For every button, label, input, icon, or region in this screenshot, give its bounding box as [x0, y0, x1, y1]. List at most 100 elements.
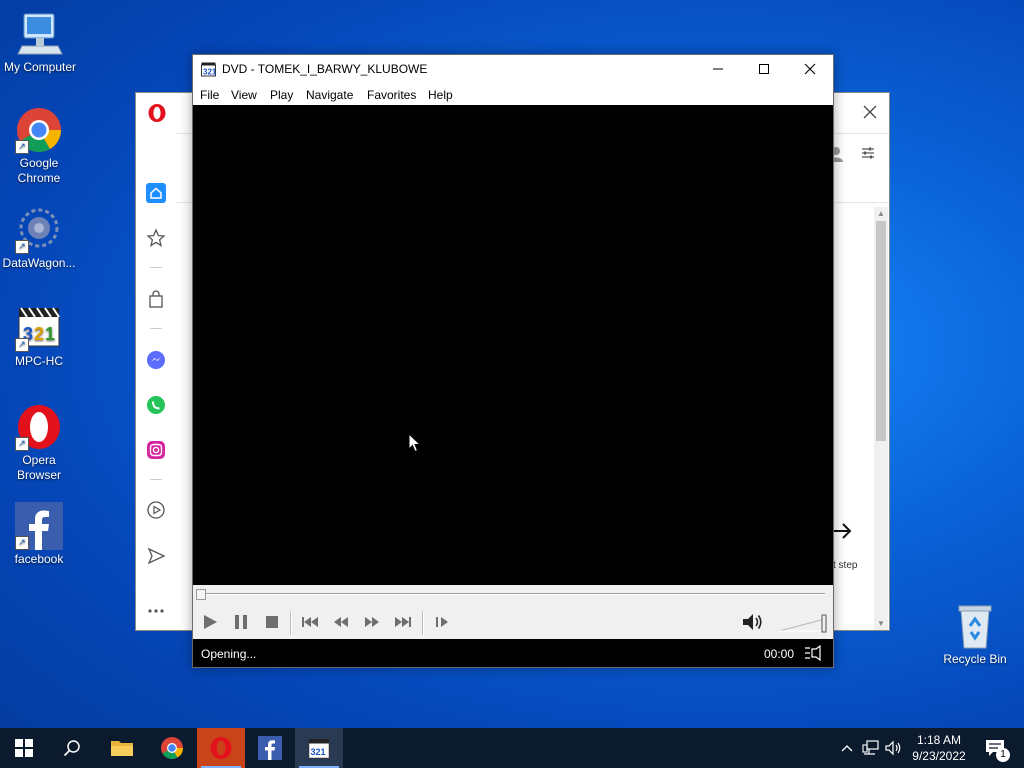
start-button[interactable]	[0, 728, 48, 768]
menu-favorites[interactable]: Favorites	[367, 88, 416, 102]
shortcut-arrow-icon: ↗	[15, 437, 29, 451]
bookmarks-star-icon[interactable]	[146, 228, 166, 248]
controls-separator	[290, 611, 292, 635]
shopping-bag-icon[interactable]	[146, 289, 166, 309]
menu-file[interactable]: File	[200, 88, 219, 102]
arrow-right-icon[interactable]	[831, 521, 853, 546]
previous-button[interactable]	[298, 611, 322, 633]
seek-bar[interactable]	[193, 585, 833, 605]
opera-icon: ↗	[15, 403, 63, 451]
send-icon[interactable]	[146, 546, 166, 566]
minimize-button[interactable]	[695, 55, 741, 83]
mpc-title-bar[interactable]: 321 DVD - TOMEK_I_BARWY_KLUBOWE	[193, 55, 833, 83]
opera-sidebar	[136, 93, 176, 630]
computer-icon	[16, 10, 64, 58]
mpc-menu-bar: File View Play Navigate Favorites Help	[193, 83, 833, 105]
mpc-hc-window[interactable]: 321 DVD - TOMEK_I_BARWY_KLUBOWE File Vie…	[192, 54, 834, 668]
speaker-icon	[885, 740, 901, 756]
next-button[interactable]	[391, 611, 415, 633]
instagram-icon[interactable]	[146, 440, 166, 460]
easy-setup-icon[interactable]	[860, 145, 876, 166]
status-bar: Opening... 00:00	[193, 639, 833, 667]
mpc-hc-icon: 321	[308, 739, 330, 759]
taskbar-file-explorer[interactable]	[98, 728, 146, 768]
mouse-cursor-icon	[408, 432, 422, 458]
home-icon[interactable]	[146, 183, 166, 203]
volume-icon	[743, 614, 762, 630]
volume-tray-button[interactable]	[884, 728, 904, 768]
mpc-hc-icon: 3 2 1 ↗	[15, 304, 63, 352]
volume-slider[interactable]	[778, 613, 831, 635]
opera-menu-icon[interactable]	[147, 103, 167, 123]
desktop-icon-my-computer[interactable]: My Computer	[0, 10, 80, 75]
svg-text:1: 1	[45, 324, 55, 344]
scroll-up-icon[interactable]: ▲	[877, 209, 885, 218]
menu-help[interactable]: Help	[428, 88, 453, 102]
desktop-icon-datawagon[interactable]: ↗ DataWagon...	[0, 206, 79, 271]
seek-track[interactable]	[199, 593, 825, 595]
menu-play[interactable]: Play	[270, 88, 293, 102]
windows-logo-icon	[15, 739, 33, 757]
taskbar-clock[interactable]: 1:18 AM 9/23/2022	[906, 732, 972, 764]
taskbar-chrome[interactable]	[148, 728, 196, 768]
show-hidden-icons-button[interactable]	[838, 728, 856, 768]
taskbar-mpc-hc[interactable]: 321	[295, 728, 343, 768]
mute-button[interactable]	[741, 611, 765, 633]
skip-previous-icon	[302, 617, 318, 627]
pause-icon	[235, 615, 247, 629]
network-button[interactable]	[860, 728, 882, 768]
fast-forward-button[interactable]	[360, 611, 384, 633]
chrome-icon	[161, 737, 183, 759]
player-icon[interactable]	[146, 500, 166, 520]
menu-navigate[interactable]: Navigate	[306, 88, 353, 102]
action-center-button[interactable]: 1	[980, 728, 1010, 768]
more-icon[interactable]	[146, 601, 166, 621]
time-display: 00:00	[764, 647, 795, 661]
whatsapp-icon[interactable]	[146, 395, 166, 415]
search-button[interactable]	[48, 728, 96, 768]
play-button[interactable]	[198, 611, 222, 633]
mpc-app-icon[interactable]: 321	[201, 62, 217, 82]
seek-thumb[interactable]	[196, 589, 206, 600]
facebook-icon: ↗	[15, 502, 63, 550]
desktop-icon-mpc-hc[interactable]: 3 2 1 ↗ MPC-HC	[0, 304, 79, 369]
frame-step-button[interactable]	[430, 611, 454, 633]
status-text: Opening...	[201, 647, 257, 661]
scroll-down-icon[interactable]: ▼	[877, 619, 885, 628]
close-button[interactable]	[787, 55, 833, 83]
chevron-up-icon	[841, 745, 853, 752]
pause-button[interactable]	[229, 611, 253, 633]
opera-close-icon[interactable]	[863, 105, 877, 124]
stop-button[interactable]	[260, 611, 284, 633]
desktop-icon-recycle-bin[interactable]: Recycle Bin	[935, 602, 1015, 667]
search-icon	[63, 740, 80, 757]
notification-count-badge: 1	[996, 748, 1010, 762]
menu-view[interactable]: View	[231, 88, 257, 102]
taskbar-opera[interactable]	[197, 728, 245, 768]
scrollbar-thumb[interactable]	[876, 221, 886, 441]
chrome-icon: ↗	[15, 106, 63, 154]
desktop-icon-opera-browser[interactable]: ↗ Opera Browser	[0, 403, 79, 483]
desktop-icon-label: Google Chrome	[17, 156, 61, 185]
rewind-button[interactable]	[329, 611, 353, 633]
close-icon	[804, 63, 816, 75]
clock-date: 9/23/2022	[912, 749, 966, 763]
svg-text:2: 2	[34, 324, 44, 344]
folder-icon	[111, 741, 133, 756]
desktop-icon-label: facebook	[14, 552, 64, 566]
desktop-icon-label: My Computer	[3, 60, 77, 74]
minimize-icon	[713, 68, 723, 70]
next-step-label: t step	[833, 560, 858, 571]
shortcut-arrow-icon: ↗	[15, 140, 29, 154]
skip-next-icon	[395, 617, 411, 627]
messenger-icon[interactable]	[146, 350, 166, 370]
opera-scrollbar[interactable]: ▲ ▼	[874, 207, 888, 630]
taskbar-facebook[interactable]	[246, 728, 294, 768]
desktop-icon-google-chrome[interactable]: ↗ Google Chrome	[0, 106, 79, 186]
svg-text:321: 321	[311, 747, 326, 757]
rewind-icon	[334, 617, 348, 627]
dvd-status-icon	[804, 644, 822, 664]
desktop-icon-facebook[interactable]: ↗ facebook	[0, 502, 79, 567]
video-area[interactable]	[193, 105, 833, 585]
maximize-button[interactable]	[741, 55, 787, 83]
